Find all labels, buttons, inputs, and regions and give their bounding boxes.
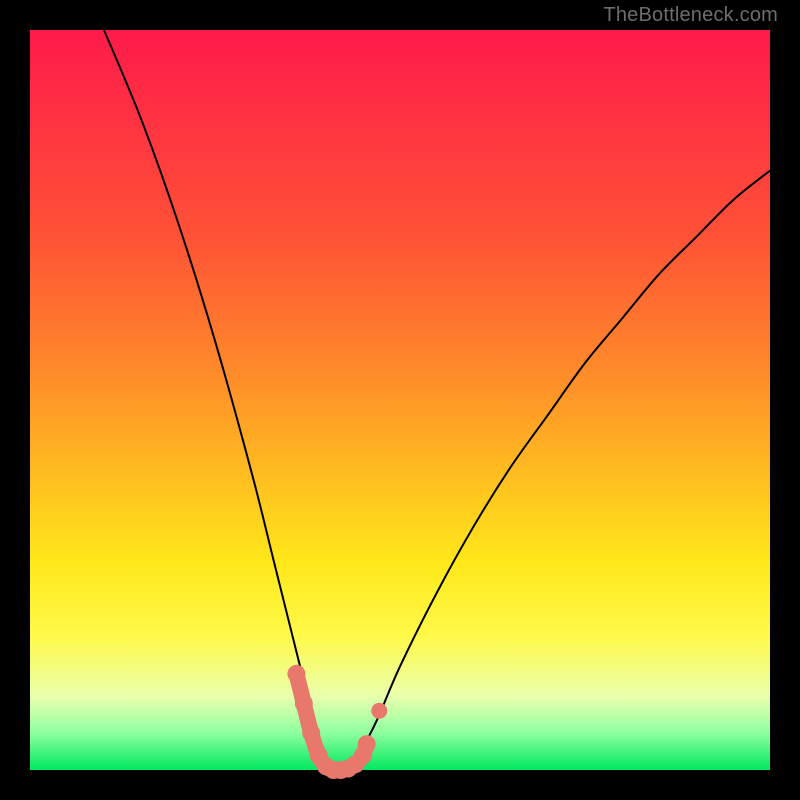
highlight-marker: [358, 735, 376, 753]
highlight-marker: [295, 694, 313, 712]
bottleneck-curve: [104, 30, 770, 771]
extra-markers: [371, 703, 387, 719]
highlight-segment: [287, 665, 375, 779]
highlight-marker: [302, 724, 320, 742]
chart-svg: [30, 30, 770, 770]
highlight-marker: [287, 665, 305, 683]
extra-marker: [371, 703, 387, 719]
watermark-text: TheBottleneck.com: [603, 4, 778, 27]
chart-frame: TheBottleneck.com: [0, 0, 800, 800]
